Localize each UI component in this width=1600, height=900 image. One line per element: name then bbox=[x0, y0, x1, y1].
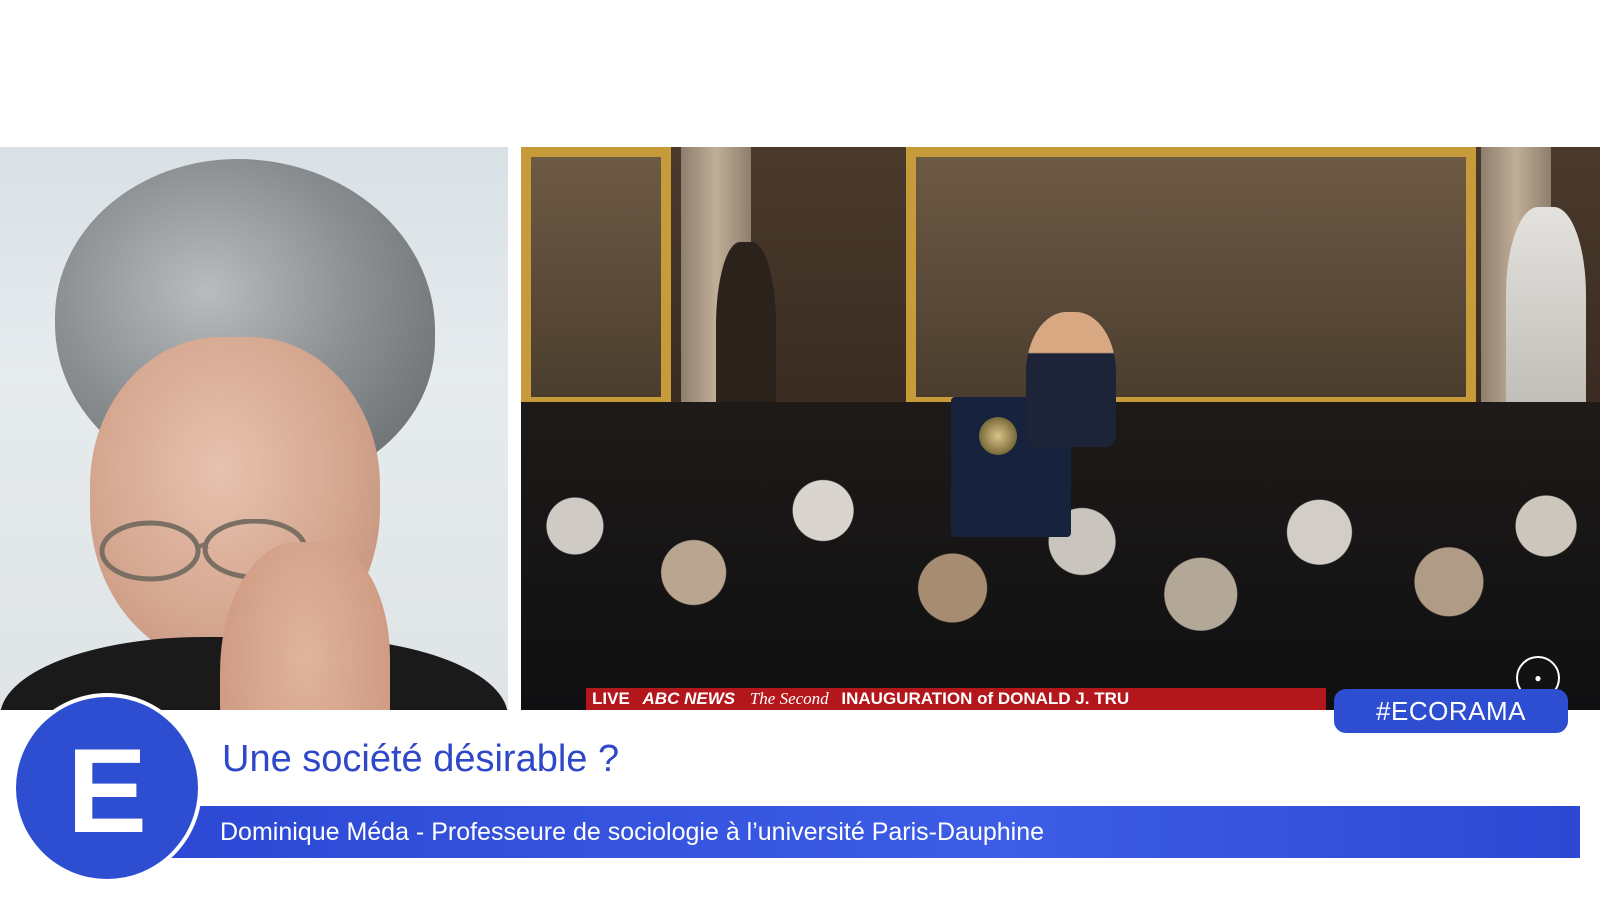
program-hashtag: #ECORAMA bbox=[1334, 689, 1568, 733]
ticker-headline: INAUGURATION of DONALD J. TRU bbox=[841, 689, 1130, 708]
channel-logo: E bbox=[16, 697, 198, 879]
event-video: LIVE ABC NEWS The Second INAUGURATION of… bbox=[521, 147, 1600, 710]
presidential-seal-icon bbox=[979, 417, 1017, 455]
marble-statue bbox=[1506, 207, 1586, 427]
rotunda-painting-left bbox=[521, 147, 671, 407]
segment-title: Une société désirable ? bbox=[222, 738, 620, 780]
logo-letter: E bbox=[66, 724, 148, 858]
broadcast-frame: LIVE ABC NEWS The Second INAUGURATION of… bbox=[0, 0, 1600, 900]
ticker-second: The Second bbox=[749, 689, 829, 708]
ticker-live-label: LIVE bbox=[592, 689, 638, 708]
ticker-network: ABC NEWS bbox=[642, 689, 736, 708]
guest-caption: Dominique Méda - Professeure de sociolog… bbox=[220, 818, 1045, 846]
rotunda-painting-right bbox=[906, 147, 1476, 407]
speaker-figure bbox=[1026, 312, 1116, 447]
guest-portrait bbox=[0, 147, 508, 710]
news-ticker: LIVE ABC NEWS The Second INAUGURATION of… bbox=[586, 688, 1326, 710]
